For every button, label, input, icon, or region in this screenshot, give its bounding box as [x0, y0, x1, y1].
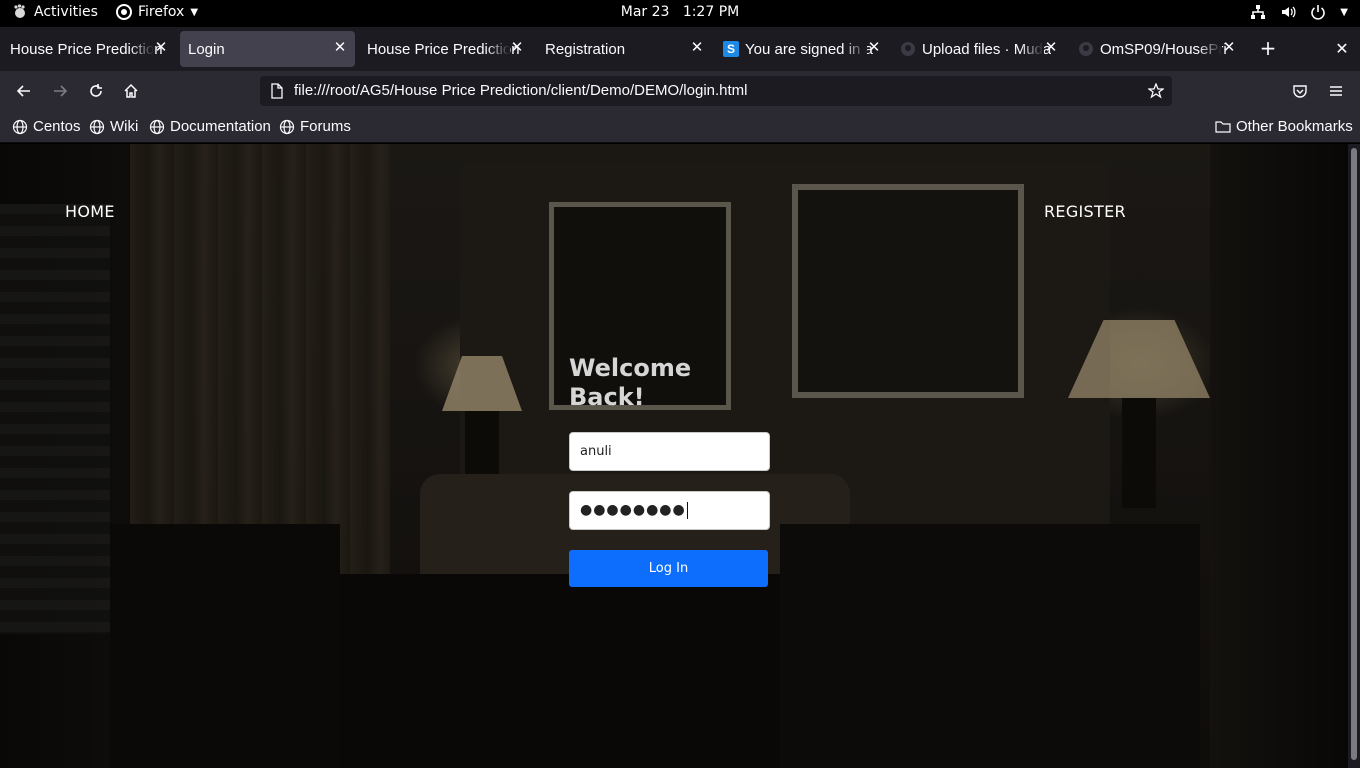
tab-title: Registration [545, 40, 626, 58]
system-top-bar: Activities Firefox ▼ Mar 23 1:27 PM ▼ [0, 0, 1360, 27]
folder-icon [1215, 120, 1231, 133]
clock: Mar 23 1:27 PM [0, 4, 1360, 20]
forward-button[interactable] [48, 79, 72, 103]
bookmark-label: Documentation [170, 118, 271, 135]
close-tab-icon[interactable]: ✕ [508, 39, 526, 57]
close-tab-icon[interactable]: ✕ [1042, 39, 1060, 57]
globe-icon [12, 119, 28, 134]
chevron-down-icon: ▼ [190, 6, 199, 18]
chevron-down-icon: ▼ [1340, 6, 1348, 18]
tab-login[interactable]: Login ✕ [180, 31, 355, 67]
welcome-heading: Welcome Back! [569, 354, 692, 411]
pocket-button[interactable] [1288, 79, 1312, 103]
s-logo-icon: S [723, 41, 739, 57]
system-tray[interactable]: ▼ [1250, 4, 1348, 20]
reload-button[interactable] [84, 79, 108, 103]
tab-omsp09-housepri[interactable]: OmSP09/HousePri ✕ [1072, 31, 1244, 67]
bookmark-documentation[interactable]: Documentation [149, 118, 271, 135]
clock-button[interactable]: Mar 23 1:27 PM [621, 4, 739, 20]
page-content: HOME REGISTER Welcome Back! anuli ●●●●●●… [0, 144, 1348, 768]
page-icon [271, 83, 283, 99]
username-value: anuli [580, 444, 612, 459]
network-icon [1251, 5, 1266, 19]
menu-button[interactable] [1324, 79, 1348, 103]
bookmarks-toolbar: Centos Wiki Documentation Forums Other B… [0, 111, 1360, 143]
scrollbar-thumb[interactable] [1351, 148, 1357, 760]
tab-strip: House Price Prediction ✕ Login ✕ House P… [0, 27, 1360, 71]
github-icon [1079, 42, 1093, 56]
tab-house-price-prediction-2[interactable]: House Price Prediction ✕ [360, 31, 532, 67]
nav-home-link[interactable]: HOME [65, 202, 115, 221]
url-text: file:///root/AG5/House Price Prediction/… [294, 82, 748, 99]
app-name: Firefox [138, 4, 185, 20]
bookmark-label: Wiki [110, 118, 139, 135]
close-tab-icon[interactable]: ✕ [152, 39, 170, 57]
tab-house-price-prediction-1[interactable]: House Price Prediction ✕ [4, 31, 176, 67]
home-button[interactable] [119, 79, 143, 103]
globe-icon [149, 119, 165, 134]
home-icon [124, 83, 138, 98]
close-tab-icon[interactable]: ✕ [865, 39, 883, 57]
reload-icon [90, 84, 102, 97]
navigation-toolbar: file:///root/AG5/House Price Prediction/… [0, 71, 1360, 111]
page-scrollbar[interactable] [1348, 144, 1360, 768]
gnome-foot-icon [14, 4, 25, 18]
hamburger-menu-icon [1330, 86, 1342, 96]
new-tab-button[interactable]: + [1258, 38, 1278, 59]
tab-registration[interactable]: Registration ✕ [538, 31, 712, 67]
clock-date: Mar 23 [620, 4, 670, 20]
close-tab-icon[interactable]: ✕ [688, 39, 706, 57]
arrow-right-icon [54, 85, 68, 97]
volume-icon [1282, 6, 1296, 18]
other-bookmarks-label: Other Bookmarks [1236, 118, 1353, 135]
firefox-icon [116, 4, 132, 20]
password-value: ●●●●●●●● [580, 502, 686, 518]
bookmark-centos[interactable]: Centos [12, 118, 81, 135]
clock-time: 1:27 PM [682, 4, 740, 20]
url-bar[interactable]: file:///root/AG5/House Price Prediction/… [260, 76, 1172, 106]
close-tab-icon[interactable]: ✕ [1220, 39, 1238, 57]
bookmark-star-icon[interactable] [1148, 83, 1164, 99]
tab-upload-files[interactable]: Upload files · Muda ✕ [894, 31, 1066, 67]
username-input[interactable]: anuli [569, 432, 770, 471]
github-icon [901, 42, 915, 56]
login-button[interactable]: Log In [569, 550, 768, 587]
nav-register-link[interactable]: REGISTER [1044, 202, 1126, 221]
pocket-icon [1293, 85, 1307, 98]
power-icon [1311, 5, 1326, 20]
bookmark-label: Centos [33, 118, 81, 135]
bookmark-label: Forums [300, 118, 351, 135]
bookmark-wiki[interactable]: Wiki [89, 118, 138, 135]
back-button[interactable] [12, 79, 36, 103]
tab-signed-in[interactable]: S You are signed in a ✕ [717, 31, 889, 67]
arrow-left-icon [16, 85, 30, 97]
globe-icon [279, 119, 295, 134]
bookmark-forums[interactable]: Forums [279, 118, 351, 135]
app-menu[interactable]: Firefox ▼ [116, 4, 198, 20]
other-bookmarks[interactable]: Other Bookmarks [1215, 118, 1353, 135]
password-input[interactable]: ●●●●●●●● [569, 491, 770, 530]
close-tab-icon[interactable]: ✕ [331, 39, 349, 57]
tab-title: Login [188, 40, 225, 58]
activities-label: Activities [34, 4, 98, 20]
globe-icon [89, 119, 105, 134]
activities-button[interactable]: Activities [12, 4, 98, 20]
close-window-button[interactable]: ✕ [1334, 39, 1350, 59]
